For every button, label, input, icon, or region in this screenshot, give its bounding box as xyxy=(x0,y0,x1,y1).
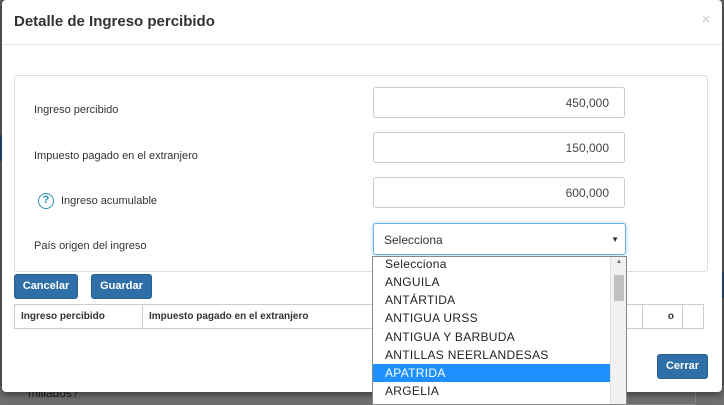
question-circle-icon[interactable]: ? xyxy=(38,193,54,209)
table-header-cell: o xyxy=(643,305,683,328)
modal-header: Detalle de Ingreso percibido × xyxy=(2,0,722,45)
pais-origen-selected: Selecciona xyxy=(384,233,443,247)
ingreso-percibido-label: Ingreso percibido xyxy=(34,104,119,116)
dropdown-option[interactable]: ANGUILA xyxy=(373,273,626,291)
dropdown-scrollbar[interactable]: ▲ xyxy=(610,257,626,404)
scroll-up-icon[interactable]: ▲ xyxy=(611,259,626,265)
pais-origen-select[interactable]: Selecciona ▼ xyxy=(373,223,626,255)
ingreso-percibido-input[interactable]: 450,000 xyxy=(373,87,625,118)
dropdown-option[interactable]: ANTILLAS NEERLANDESAS xyxy=(373,346,626,364)
save-button[interactable]: Guardar xyxy=(91,274,152,299)
pais-dropdown-list[interactable]: Selecciona ANGUILA ANTÁRTIDA ANTIGUA URS… xyxy=(372,256,627,405)
dropdown-option[interactable]: ARGELIA xyxy=(373,382,626,400)
ingreso-acumulable-input: 600,000 xyxy=(373,177,625,208)
cancel-button[interactable]: Cancelar xyxy=(14,274,78,299)
caret-down-icon: ▼ xyxy=(611,235,619,244)
dropdown-option[interactable]: ANTIGUA Y BARBUDA xyxy=(373,328,626,346)
impuesto-extranjero-label: Impuesto pagado en el extranjero xyxy=(34,150,198,162)
close-icon[interactable]: × xyxy=(702,11,710,27)
scrollbar-thumb[interactable] xyxy=(614,275,624,301)
modal-title: Detalle de Ingreso percibido xyxy=(14,13,215,30)
table-header-cell: Ingreso percibido xyxy=(15,305,143,328)
pais-origen-label: País origen del ingreso xyxy=(34,240,147,252)
dropdown-option[interactable]: ANTIGUA URSS xyxy=(373,309,626,327)
dropdown-option[interactable]: ANTÁRTIDA xyxy=(373,291,626,309)
dropdown-option[interactable]: Selecciona xyxy=(373,257,626,273)
close-button[interactable]: Cerrar xyxy=(657,354,708,379)
dropdown-option-highlighted[interactable]: APATRIDA xyxy=(373,363,626,383)
ingreso-acumulable-label: Ingreso acumulable xyxy=(61,195,158,207)
impuesto-extranjero-input[interactable]: 150,000 xyxy=(373,132,625,163)
